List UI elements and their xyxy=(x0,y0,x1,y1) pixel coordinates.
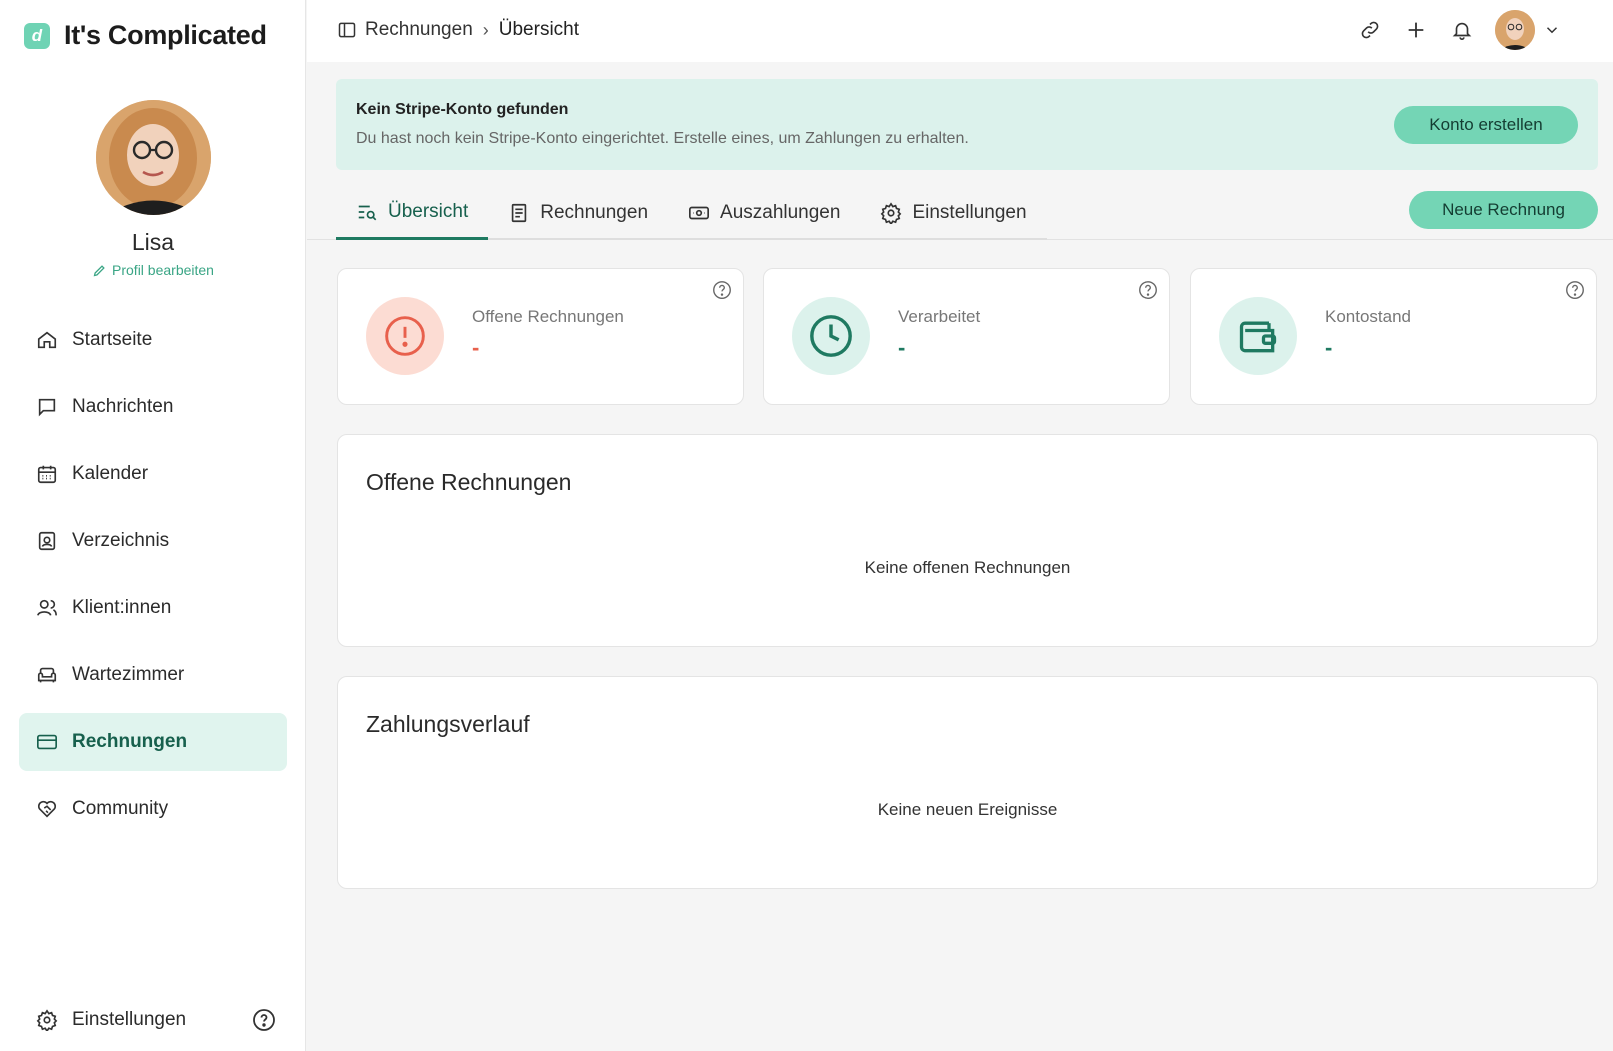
brand-name: It's Complicated xyxy=(64,20,267,50)
tab-auszahlungen[interactable]: Auszahlungen xyxy=(668,187,860,238)
gear-icon xyxy=(881,201,902,224)
bell-icon[interactable] xyxy=(1451,19,1473,41)
breadcrumb: Rechnungen › Übersicht xyxy=(337,19,579,41)
sidebar: d It's Complicated Lisa Profil bearbeite… xyxy=(0,0,306,1051)
help-icon[interactable] xyxy=(1564,279,1586,301)
sidebar-item-label: Rechnungen xyxy=(72,731,188,752)
stat-label: Kontostand xyxy=(1325,307,1412,326)
stat-card-balance: Kontostand - xyxy=(1190,268,1597,405)
new-invoice-button[interactable]: Neue Rechnung xyxy=(1409,191,1598,229)
chevron-down-icon[interactable] xyxy=(1543,21,1561,39)
sidebar-footer: Einstellungen xyxy=(36,1008,276,1032)
top-actions xyxy=(1335,10,1561,50)
breadcrumb-current: Übersicht xyxy=(498,19,580,40)
stat-card-open-invoices: Offene Rechnungen - xyxy=(337,268,744,405)
sidebar-item-kalender[interactable]: Kalender xyxy=(19,445,287,503)
alert-title: Kein Stripe-Konto gefunden xyxy=(356,101,569,118)
tab-uebersicht[interactable]: Übersicht xyxy=(336,187,489,240)
breadcrumb-parent[interactable]: Rechnungen xyxy=(365,19,473,41)
brand-logo[interactable]: d It's Complicated xyxy=(24,20,267,51)
user-name: Lisa xyxy=(131,229,175,255)
help-icon[interactable] xyxy=(711,279,733,301)
plus-icon[interactable] xyxy=(1405,19,1427,41)
stat-label: Verarbeitet xyxy=(898,307,981,326)
sidebar-item-label: Klient:innen xyxy=(72,597,172,618)
contact-card-icon xyxy=(38,531,56,551)
sidebar-settings-label: Einstellungen xyxy=(72,1009,187,1030)
empty-state: Keine neuen Ereignisse xyxy=(877,800,1058,819)
profile-avatar xyxy=(96,100,211,215)
sidebar-nav: Startseite Nachrichten Kalender Verzeich… xyxy=(19,311,287,847)
sidebar-toggle-icon[interactable] xyxy=(337,20,357,40)
banknote-icon xyxy=(689,206,710,219)
sidebar-settings[interactable]: Einstellungen xyxy=(36,1009,186,1031)
wallet-icon xyxy=(1219,297,1297,375)
section-title: Offene Rechnungen xyxy=(366,469,572,495)
stat-label: Offene Rechnungen xyxy=(472,307,624,326)
heart-handshake-icon xyxy=(37,800,57,818)
sidebar-item-klienten[interactable]: Klient:innen xyxy=(19,579,287,637)
tab-label: Rechnungen xyxy=(540,201,649,223)
sidebar-item-community[interactable]: Community xyxy=(19,780,287,838)
tabs-bar: Übersicht Rechnungen Auszahlungen Einste… xyxy=(307,172,1613,240)
create-account-button[interactable]: Konto erstellen xyxy=(1394,106,1578,144)
tab-list: Übersicht Rechnungen Auszahlungen Einste… xyxy=(336,187,1047,240)
tab-label: Übersicht xyxy=(388,201,469,222)
breadcrumb-separator-icon: › xyxy=(482,19,489,40)
help-icon[interactable] xyxy=(252,1008,276,1032)
sidebar-item-label: Kalender xyxy=(72,463,149,484)
empty-state: Keine offenen Rechnungen xyxy=(864,558,1071,577)
sidebar-item-label: Nachrichten xyxy=(72,396,174,417)
tab-einstellungen[interactable]: Einstellungen xyxy=(860,187,1046,238)
document-icon xyxy=(512,203,527,222)
tab-label: Auszahlungen xyxy=(720,201,841,223)
help-icon[interactable] xyxy=(1137,279,1159,301)
credit-card-icon xyxy=(37,734,57,750)
sidebar-item-verzeichnis[interactable]: Verzeichnis xyxy=(19,512,287,570)
tab-rechnungen[interactable]: Rechnungen xyxy=(488,187,668,238)
sidebar-item-rechnungen[interactable]: Rechnungen xyxy=(19,713,287,771)
brand-mark-icon: d xyxy=(24,22,50,49)
list-search-icon xyxy=(358,205,377,221)
sidebar-item-nachrichten[interactable]: Nachrichten xyxy=(19,378,287,436)
stat-value: - xyxy=(1325,335,1333,360)
stat-card-processed: Verarbeitet - xyxy=(763,268,1170,405)
pencil-icon xyxy=(93,264,105,276)
link-icon[interactable] xyxy=(1359,19,1381,41)
sidebar-item-label: Community xyxy=(72,798,169,819)
edit-profile-label: Profil bearbeiten xyxy=(112,262,214,278)
open-invoices-section: Offene Rechnungen Keine offenen Rechnung… xyxy=(337,434,1598,647)
sofa-icon xyxy=(37,667,57,683)
stat-value: - xyxy=(898,335,906,360)
user-avatar[interactable] xyxy=(1495,10,1535,50)
edit-profile-link[interactable]: Profil bearbeiten xyxy=(0,262,306,278)
top-bar: Rechnungen › Übersicht xyxy=(307,0,1613,62)
section-title: Zahlungsverlauf xyxy=(366,711,530,737)
calendar-icon xyxy=(37,465,57,484)
sidebar-item-label: Wartezimmer xyxy=(72,664,185,685)
payment-history-section: Zahlungsverlauf Keine neuen Ereignisse xyxy=(337,676,1598,889)
alert-circle-icon xyxy=(366,297,444,375)
gear-icon xyxy=(36,1009,58,1031)
users-icon xyxy=(37,599,57,616)
alert-text: Du hast noch kein Stripe-Konto eingerich… xyxy=(356,130,969,147)
sidebar-item-label: Startseite xyxy=(72,329,153,350)
message-icon xyxy=(38,398,56,417)
sidebar-item-wartezimmer[interactable]: Wartezimmer xyxy=(19,646,287,704)
tab-label: Einstellungen xyxy=(912,201,1027,223)
sidebar-item-label: Verzeichnis xyxy=(72,530,170,551)
stat-value: - xyxy=(472,335,480,360)
clock-icon xyxy=(792,297,870,375)
stripe-alert: Kein Stripe-Konto gefunden Du hast noch … xyxy=(336,79,1598,170)
sidebar-item-startseite[interactable]: Startseite xyxy=(19,311,287,369)
home-icon xyxy=(37,331,57,349)
